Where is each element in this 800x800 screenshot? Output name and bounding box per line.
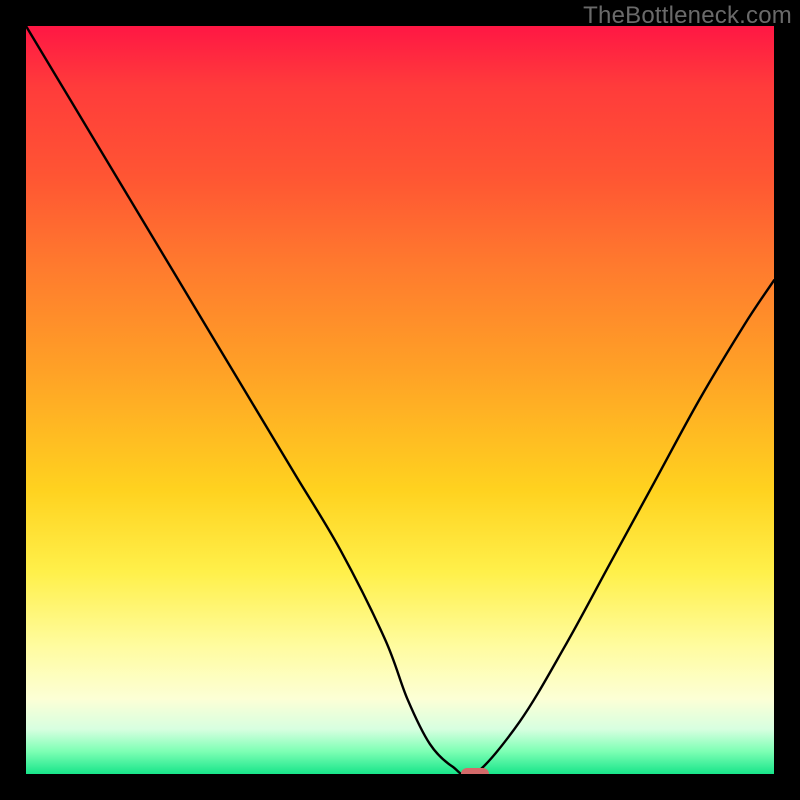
- plot-area: [26, 26, 774, 774]
- bottleneck-curve: [26, 26, 774, 774]
- watermark-text: TheBottleneck.com: [583, 2, 792, 30]
- optimal-point-marker: [461, 768, 489, 774]
- bottleneck-curve-path: [26, 26, 774, 774]
- chart-frame: TheBottleneck.com: [0, 0, 800, 800]
